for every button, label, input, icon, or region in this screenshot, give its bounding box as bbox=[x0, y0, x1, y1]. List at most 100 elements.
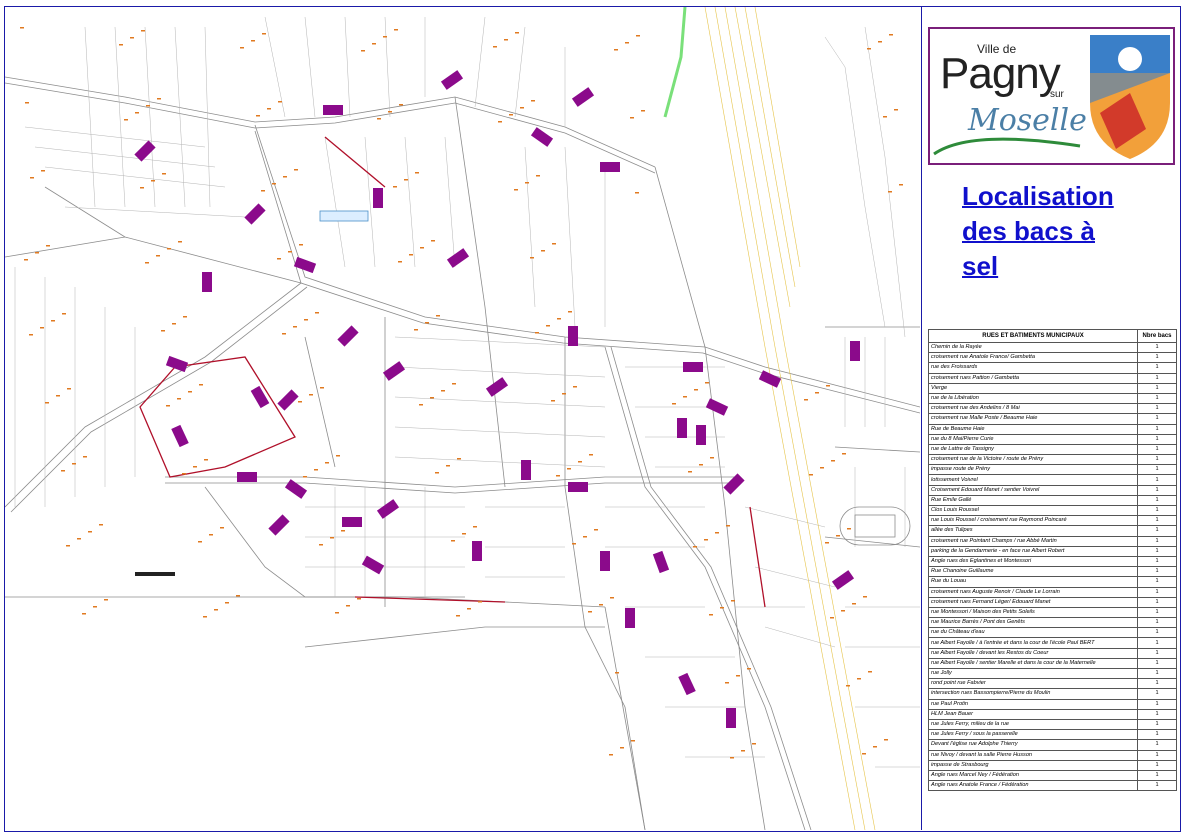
address-label bbox=[641, 110, 645, 112]
count-cell: 1 bbox=[1137, 403, 1177, 415]
address-label bbox=[409, 254, 413, 256]
address-label bbox=[747, 668, 751, 670]
table-row: Croisement Edouard Manet / sentier Voivr… bbox=[928, 484, 1177, 496]
address-label bbox=[515, 32, 519, 34]
address-label bbox=[267, 108, 271, 110]
address-label bbox=[535, 332, 539, 334]
street-cell: lotissement Voivrel bbox=[928, 474, 1138, 486]
address-label bbox=[573, 386, 577, 388]
address-label bbox=[514, 189, 518, 191]
address-label bbox=[24, 259, 28, 261]
salt-bin-marker[interactable] bbox=[485, 377, 509, 397]
salt-bin-marker[interactable] bbox=[678, 672, 696, 696]
address-label bbox=[119, 44, 123, 46]
address-label bbox=[578, 461, 582, 463]
count-cell: 1 bbox=[1137, 617, 1177, 629]
count-cell: 1 bbox=[1137, 392, 1177, 405]
salt-bin-marker[interactable] bbox=[850, 341, 860, 361]
salt-bin-marker[interactable] bbox=[446, 248, 470, 268]
address-label bbox=[572, 543, 576, 545]
salt-bin-marker[interactable] bbox=[382, 361, 406, 381]
address-label bbox=[631, 740, 635, 742]
salt-bin-marker[interactable] bbox=[237, 472, 257, 482]
address-label bbox=[699, 464, 703, 466]
salt-bin-marker[interactable] bbox=[726, 708, 736, 728]
salt-bin-marker[interactable] bbox=[337, 325, 359, 347]
address-label bbox=[67, 388, 71, 390]
street-cell: rue Paul Protin bbox=[928, 698, 1138, 710]
salt-bin-marker[interactable] bbox=[568, 326, 578, 346]
town-map[interactable] bbox=[5, 7, 920, 830]
address-label bbox=[899, 184, 903, 186]
salt-bin-marker[interactable] bbox=[165, 355, 189, 373]
salt-bin-marker[interactable] bbox=[677, 418, 687, 438]
salt-bin-marker[interactable] bbox=[202, 272, 212, 292]
address-label bbox=[83, 456, 87, 458]
count-cell: 1 bbox=[1137, 341, 1177, 354]
salt-bin-marker[interactable] bbox=[652, 550, 670, 574]
salt-bin-marker[interactable] bbox=[530, 127, 554, 147]
salt-bin-marker[interactable] bbox=[323, 105, 343, 115]
salt-bin-marker[interactable] bbox=[568, 482, 588, 492]
address-label bbox=[72, 463, 76, 465]
address-label bbox=[104, 599, 108, 601]
salt-bin-marker[interactable] bbox=[342, 517, 362, 527]
address-label bbox=[309, 394, 313, 396]
table-row: parking de la Gendarmerie - en face rue … bbox=[928, 545, 1177, 557]
salt-bin-marker[interactable] bbox=[696, 425, 706, 445]
street-cell: croisement rue de la Victoire / route de… bbox=[928, 454, 1138, 466]
salt-bin-marker[interactable] bbox=[723, 473, 745, 495]
address-label bbox=[557, 318, 561, 320]
table-row: Rue du Louau 1 bbox=[928, 576, 1177, 588]
salt-bin-marker[interactable] bbox=[472, 541, 482, 561]
salt-bin-marker[interactable] bbox=[705, 398, 729, 416]
count-cell: 1 bbox=[1137, 596, 1177, 608]
count-cell: 1 bbox=[1137, 484, 1177, 496]
address-label bbox=[830, 617, 834, 619]
address-label bbox=[615, 672, 619, 674]
address-label bbox=[135, 112, 139, 114]
logo-pagny: Pagny bbox=[940, 49, 1061, 98]
address-label bbox=[204, 459, 208, 461]
count-cell: 1 bbox=[1137, 647, 1177, 659]
address-label bbox=[383, 36, 387, 38]
salt-bin-marker[interactable] bbox=[831, 570, 855, 590]
count-cell: 1 bbox=[1137, 352, 1177, 364]
logo-swoosh-icon bbox=[933, 137, 1081, 156]
salt-bin-marker[interactable] bbox=[521, 460, 531, 480]
table-row: rue Montessori / Maison des Petits Solei… bbox=[928, 606, 1177, 619]
address-label bbox=[124, 119, 128, 121]
table-row: croisement rue Pointant Champs / rue Abb… bbox=[928, 535, 1177, 547]
salt-bin-marker[interactable] bbox=[571, 87, 595, 107]
address-label bbox=[77, 538, 81, 540]
table-row: rue de la Libération 1 bbox=[928, 392, 1177, 405]
salt-bin-marker[interactable] bbox=[683, 362, 703, 372]
salt-bin-marker[interactable] bbox=[268, 514, 290, 536]
salt-bin-marker[interactable] bbox=[250, 385, 270, 409]
address-label bbox=[251, 40, 255, 42]
street-cell: impasse route de Prény bbox=[928, 464, 1138, 476]
table-row: Rue Chanoine Guillaume 1 bbox=[928, 566, 1177, 578]
salt-bin-marker[interactable] bbox=[600, 162, 620, 172]
street-cell: rue Jolly bbox=[928, 667, 1138, 680]
salt-bin-marker[interactable] bbox=[244, 203, 266, 225]
salt-bin-marker[interactable] bbox=[284, 479, 308, 499]
salt-bin-marker[interactable] bbox=[171, 424, 189, 448]
salt-bin-marker[interactable] bbox=[600, 551, 610, 571]
address-label bbox=[836, 535, 840, 537]
salt-bin-marker[interactable] bbox=[625, 608, 635, 628]
salt-bin-marker[interactable] bbox=[376, 499, 400, 519]
table-row: Devant l'église rue Adolphe Thierry 1 bbox=[928, 739, 1177, 751]
count-cell: 1 bbox=[1137, 443, 1177, 456]
count-cell: 1 bbox=[1137, 729, 1177, 741]
address-label bbox=[736, 675, 740, 677]
address-label bbox=[731, 600, 735, 602]
table-row: intersection rues Bassompierre/Pierre du… bbox=[928, 688, 1177, 700]
address-label bbox=[177, 398, 181, 400]
salt-bin-marker[interactable] bbox=[440, 70, 464, 90]
street-cell: Rue du Louau bbox=[928, 576, 1138, 588]
salt-bin-marker[interactable] bbox=[373, 188, 383, 208]
address-label bbox=[41, 170, 45, 172]
salt-bin-marker[interactable] bbox=[277, 389, 299, 411]
count-cell: 1 bbox=[1137, 718, 1177, 731]
